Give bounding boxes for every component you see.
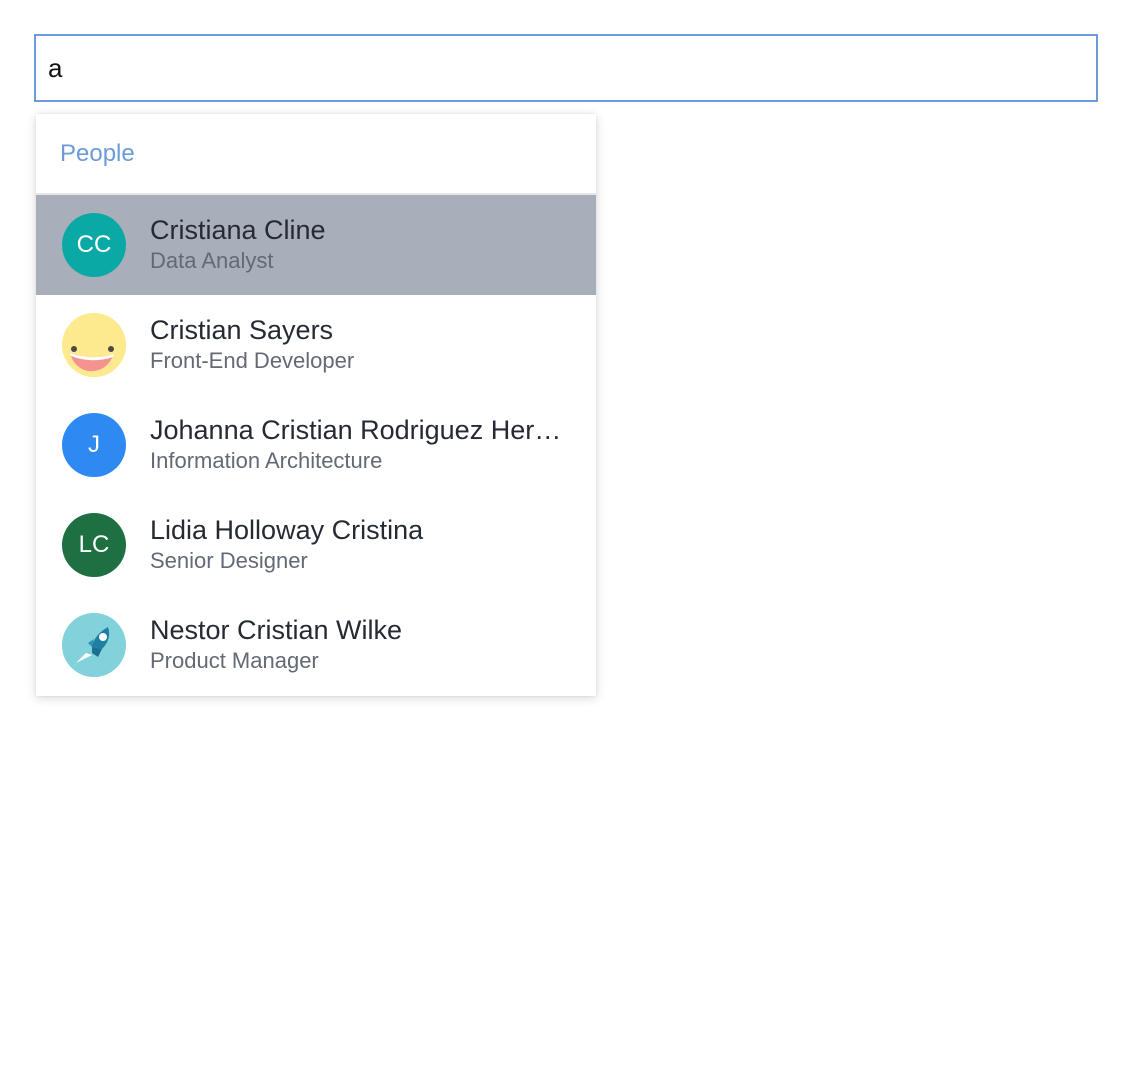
suggestions-dropdown: People CC Cristiana Cline Data Analyst C… bbox=[36, 114, 596, 696]
person-role: Senior Designer bbox=[150, 548, 308, 573]
person-item-cristian-sayers[interactable]: Cristian Sayers Front-End Developer bbox=[36, 295, 596, 395]
rocket-icon bbox=[62, 613, 126, 677]
person-role: Data Analyst bbox=[150, 248, 274, 273]
avatar: CC bbox=[62, 213, 126, 277]
person-role: Information Architecture bbox=[150, 448, 383, 473]
person-name: Lidia Holloway Cristina bbox=[150, 515, 424, 545]
search-box[interactable] bbox=[34, 34, 1098, 102]
person-name: Nestor Cristian Wilke bbox=[150, 615, 403, 645]
person-item-johanna-cristian-rodriguez[interactable]: J Johanna Cristian Rodriguez Hern… Infor… bbox=[36, 395, 596, 495]
smiley-face-icon bbox=[62, 313, 126, 377]
avatar-initials: J bbox=[88, 431, 100, 458]
avatar-initials: CC bbox=[76, 231, 112, 258]
search-input[interactable] bbox=[36, 36, 1096, 100]
section-header-people: People bbox=[36, 114, 596, 195]
person-item-lidia-holloway-cristina[interactable]: LC Lidia Holloway Cristina Senior Design… bbox=[36, 495, 596, 595]
person-role: Front-End Developer bbox=[150, 348, 355, 373]
person-name: Cristiana Cline bbox=[150, 215, 326, 245]
person-role: Product Manager bbox=[150, 648, 319, 673]
avatar: LC bbox=[62, 513, 126, 577]
avatar: J bbox=[62, 413, 126, 477]
person-name: Cristian Sayers bbox=[150, 315, 334, 345]
avatar-initials: LC bbox=[78, 531, 110, 558]
person-name: Johanna Cristian Rodriguez Hern… bbox=[150, 415, 576, 445]
person-item-cristiana-cline[interactable]: CC Cristiana Cline Data Analyst bbox=[36, 195, 596, 295]
person-item-nestor-cristian-wilke[interactable]: Nestor Cristian Wilke Product Manager bbox=[36, 595, 596, 695]
